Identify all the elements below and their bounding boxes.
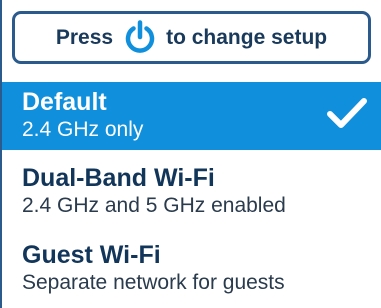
option-default[interactable]: Default 2.4 GHz only bbox=[2, 82, 381, 150]
option-dual-band[interactable]: Dual-Band Wi-Fi 2.4 GHz and 5 GHz enable… bbox=[2, 163, 381, 229]
header-prefix-label: Press bbox=[55, 25, 114, 49]
option-dual-band-title: Dual-Band Wi-Fi bbox=[22, 164, 215, 192]
wifi-setup-screen: Press to change setup Default 2.4 GHz on… bbox=[0, 0, 381, 308]
option-guest-wifi-title: Guest Wi-Fi bbox=[22, 241, 161, 269]
header-suffix-label: to change setup bbox=[166, 25, 328, 49]
option-dual-band-subtitle: 2.4 GHz and 5 GHz enabled bbox=[22, 194, 286, 217]
checkmark-icon bbox=[326, 96, 368, 130]
option-guest-wifi-subtitle: Separate network for guests bbox=[22, 271, 285, 294]
power-icon bbox=[121, 19, 159, 57]
change-setup-button[interactable]: Press to change setup bbox=[12, 11, 371, 64]
option-guest-wifi[interactable]: Guest Wi-Fi Separate network for guests bbox=[2, 240, 381, 306]
